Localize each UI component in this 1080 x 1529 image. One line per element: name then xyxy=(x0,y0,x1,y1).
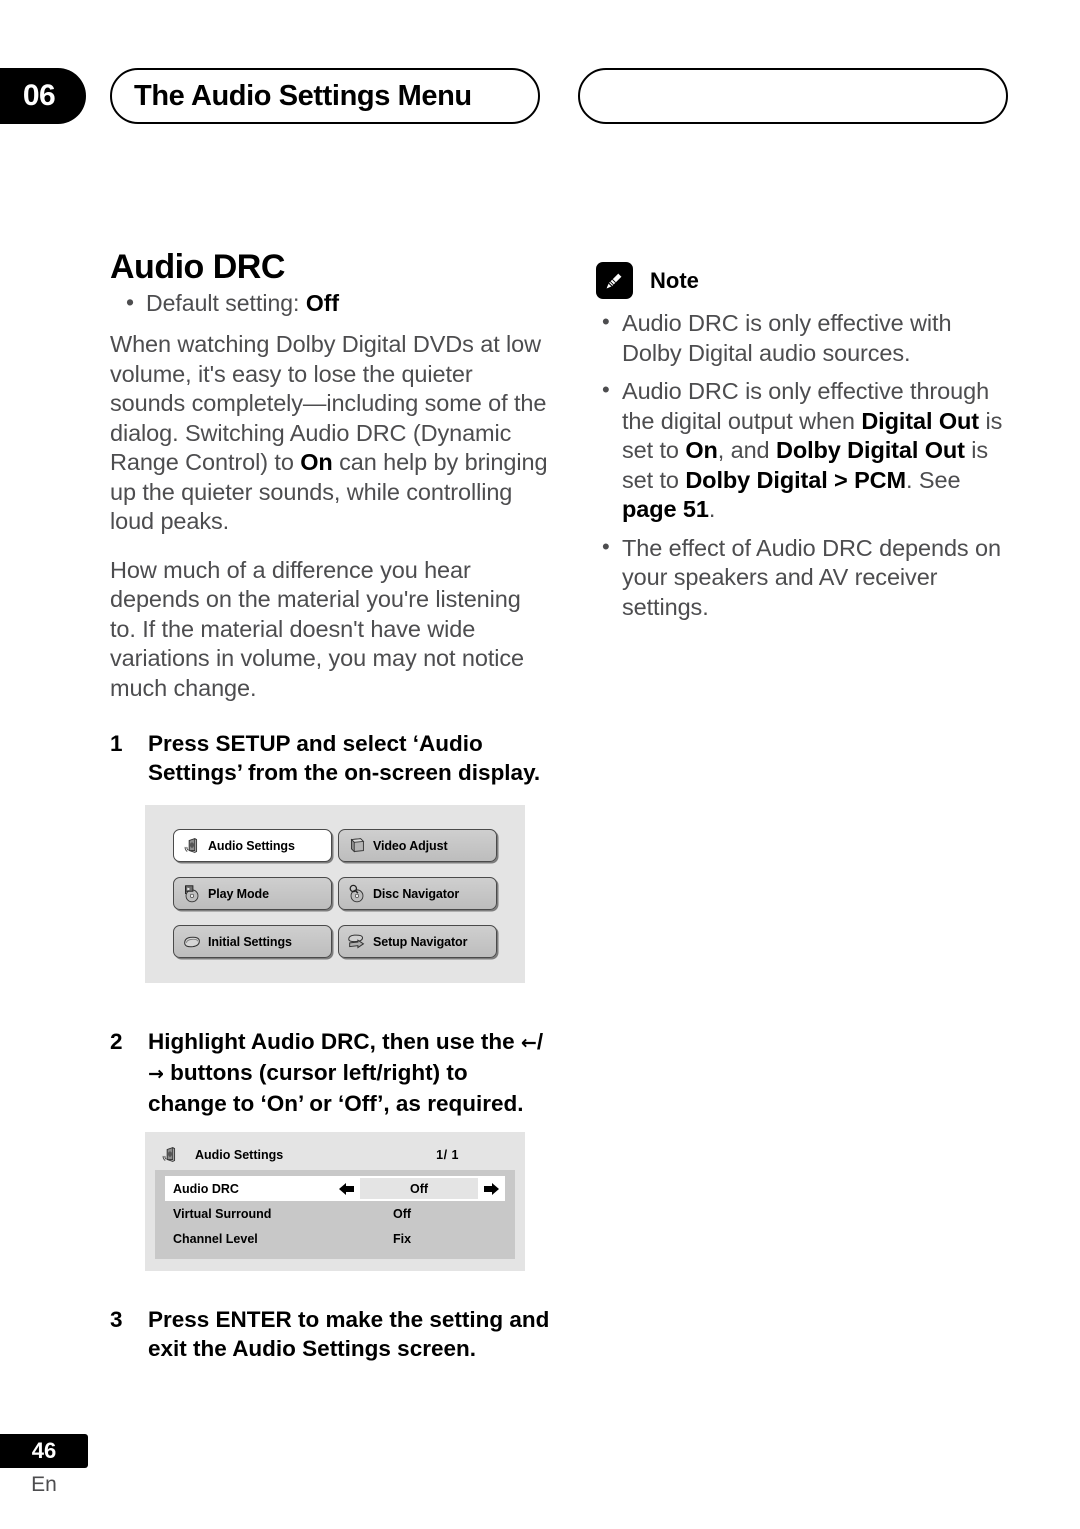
step-2-suffix: buttons (cursor left/right) to change to… xyxy=(148,1060,524,1116)
page-header: 06 The Audio Settings Menu xyxy=(0,68,1080,124)
disc-flag-icon xyxy=(185,884,199,902)
osd-label-video-adjust: Video Adjust xyxy=(373,838,448,853)
speaker-icon xyxy=(162,1147,176,1162)
language-code: En xyxy=(31,1473,57,1496)
setting-row-audio-drc[interactable]: Audio DRC Off xyxy=(165,1176,505,1201)
note-header: Note xyxy=(596,262,1016,299)
intro-paragraph-2: How much of a difference you hear depend… xyxy=(110,556,524,701)
setting-value-box-audio-drc: Off xyxy=(360,1178,478,1199)
osd-button-disc-navigator[interactable]: Disc Navigator xyxy=(338,877,497,910)
note-items-list: Audio DRC is only effective with Dolby D… xyxy=(596,307,1016,623)
section-title: Audio DRC xyxy=(110,248,285,286)
osd-button-audio-settings[interactable]: Audio Settings xyxy=(173,829,332,862)
osd-label-setup-navigator: Setup Navigator xyxy=(373,934,468,949)
osd-label-disc-navigator: Disc Navigator xyxy=(373,886,460,901)
step-2-prefix: Highlight Audio DRC, then use the xyxy=(148,1029,521,1054)
note-item-2-part-g: . xyxy=(708,496,716,522)
setting-value-channel-level: Fix xyxy=(392,1231,412,1246)
note-item-2-part-d: , and xyxy=(717,437,776,463)
right-column: Note Audio DRC is only effective with Do… xyxy=(596,262,1016,631)
note-item-1-text: Audio DRC is only effective with Dolby D… xyxy=(622,310,952,366)
page-indicator: 1/ 1 xyxy=(436,1148,459,1162)
intro-paragraph-1: When watching Dolby Digital DVDs at low … xyxy=(110,330,550,537)
note-label: Note xyxy=(650,267,699,293)
note-item-2-digital-out: Digital Out xyxy=(861,407,980,434)
arrow-right-icon[interactable] xyxy=(481,1181,501,1197)
osd-label-play-mode: Play Mode xyxy=(208,886,269,901)
note-item-1: Audio DRC is only effective with Dolby D… xyxy=(596,307,1016,368)
default-setting-line: Default setting: Off xyxy=(110,288,550,318)
step-3-number: 3 xyxy=(110,1307,123,1332)
note-item-2: Audio DRC is only effective through the … xyxy=(596,375,1016,525)
note-item-2-on: On xyxy=(685,437,718,463)
disc-magnifier-icon xyxy=(349,884,364,902)
page-number: 46 xyxy=(0,1434,88,1468)
audio-settings-header: Audio Settings 1/ 1 xyxy=(155,1140,515,1170)
audio-settings-title: Audio Settings xyxy=(195,1148,284,1162)
osd-label-audio-settings: Audio Settings xyxy=(208,838,295,853)
setting-row-virtual-surround[interactable]: Virtual Surround Off xyxy=(169,1201,501,1226)
step-1-number: 1 xyxy=(110,731,123,756)
setup-arrow-icon xyxy=(348,934,365,948)
setting-label-audio-drc: Audio DRC xyxy=(173,1181,239,1196)
page-footer: 46 En xyxy=(0,1434,88,1497)
audio-settings-screen: Audio Settings 1/ 1 Audio DRC Off Virtua… xyxy=(145,1132,525,1271)
note-item-3: The effect of Audio DRC depends on your … xyxy=(596,532,1016,623)
chapter-title-pill: The Audio Settings Menu xyxy=(110,68,540,124)
note-item-3-text: The effect of Audio DRC depends on your … xyxy=(622,534,1001,620)
audio-settings-list: Audio DRC Off Virtual Surround Off Chann… xyxy=(155,1170,515,1259)
on-screen-display-menu: Audio Settings Video Adjust Play Mode Di… xyxy=(145,805,525,983)
step-2: 2 Highlight Audio DRC, then use the ←/→ … xyxy=(110,1027,550,1118)
paragraph-1-bold-on: On xyxy=(300,449,333,475)
default-setting-value: Off xyxy=(305,290,340,316)
chapter-number-badge: 06 xyxy=(0,68,86,124)
default-setting-prefix: Default setting: xyxy=(146,290,306,316)
monitor-icon xyxy=(350,837,365,852)
setting-row-channel-level[interactable]: Channel Level Fix xyxy=(169,1226,501,1251)
osd-button-video-adjust[interactable]: Video Adjust xyxy=(338,829,497,862)
disc-tray-icon xyxy=(184,936,200,947)
osd-button-setup-navigator[interactable]: Setup Navigator xyxy=(338,925,497,958)
step-1-text: Press SETUP and select ‘Audio Settings’ … xyxy=(148,731,541,785)
arrow-left-icon[interactable] xyxy=(337,1181,357,1197)
speaker-icon xyxy=(184,837,198,853)
step-1: 1 Press SETUP and select ‘Audio Settings… xyxy=(110,729,550,787)
cursor-right-arrow-icon: → xyxy=(148,1063,164,1085)
note-item-2-dolby-digital-pcm: Dolby Digital > PCM xyxy=(685,466,907,493)
step-2-number: 2 xyxy=(110,1029,123,1054)
setting-label-channel-level: Channel Level xyxy=(173,1231,258,1246)
page-title: The Audio Settings Menu xyxy=(134,79,472,112)
left-column: Audio DRC Default setting: Off When watc… xyxy=(110,248,550,1377)
note-item-2-dolby-digital-out: Dolby Digital Out xyxy=(775,437,965,463)
osd-button-play-mode[interactable]: Play Mode xyxy=(173,877,332,910)
note-item-2-part-f: . See xyxy=(906,466,961,493)
osd-label-initial-settings: Initial Settings xyxy=(208,934,292,949)
note-item-2-page-ref: page 51 xyxy=(622,496,709,522)
step-3-text: Press ENTER to make the setting and exit… xyxy=(148,1307,550,1361)
header-right-pill xyxy=(578,68,1008,124)
arrow-separator: / xyxy=(536,1029,544,1054)
step-3: 3 Press ENTER to make the setting and ex… xyxy=(110,1305,550,1363)
setting-label-virtual-surround: Virtual Surround xyxy=(173,1206,272,1221)
setting-value-virtual-surround: Off xyxy=(392,1206,412,1221)
pencil-icon xyxy=(596,262,633,299)
osd-button-initial-settings[interactable]: Initial Settings xyxy=(173,925,332,958)
setting-value-audio-drc: Off xyxy=(409,1181,429,1196)
cursor-left-arrow-icon: ← xyxy=(520,1032,537,1054)
